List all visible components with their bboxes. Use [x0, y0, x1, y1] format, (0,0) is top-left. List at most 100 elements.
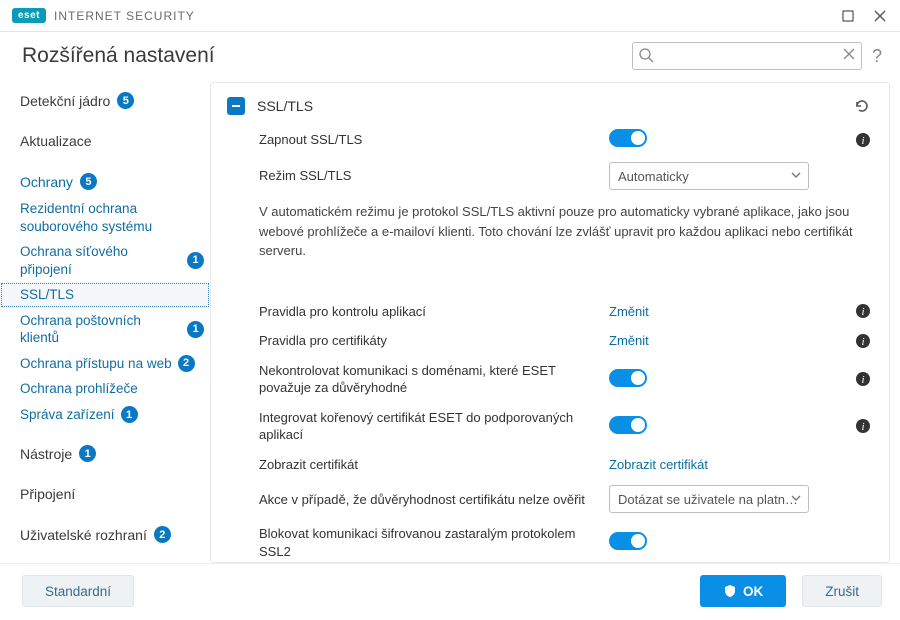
row-unverified: Akce v případě, že důvěryhodnost certifi…	[211, 479, 889, 519]
section-header: SSL/TLS	[211, 83, 889, 123]
sidebar-item-label: SSL/TLS	[20, 286, 74, 304]
button-label: Zrušit	[825, 584, 859, 599]
sidebar-item-update[interactable]: Aktualizace	[0, 127, 210, 155]
sidebar-item-realtime-fs[interactable]: Rezidentní ochrana souborového systému	[0, 196, 210, 239]
toggle-block-ssl2[interactable]	[609, 532, 647, 550]
sidebar-item-label: Nástroje	[20, 446, 72, 462]
brand-badge: eset	[12, 8, 46, 23]
label-mode: Režim SSL/TLS	[259, 167, 599, 185]
row-skip-trusted: Nekontrolovat komunikaci s doménami, kte…	[211, 356, 889, 403]
shield-icon	[723, 584, 737, 598]
help-icon[interactable]: ?	[872, 46, 882, 67]
product-name: INTERNET SECURITY	[54, 9, 195, 23]
sidebar-item-label: Detekční jádro	[20, 93, 110, 109]
link-show-cert[interactable]: Zobrazit certifikát	[609, 457, 708, 472]
window-controls	[842, 10, 890, 22]
sidebar-item-detection-core[interactable]: Detekční jádro 5	[0, 86, 210, 115]
select-mode[interactable]: Automaticky	[609, 162, 809, 190]
chevron-down-icon	[790, 169, 802, 181]
label-app-rules: Pravidla pro kontrolu aplikací	[259, 303, 599, 321]
row-enable-ssltls: Zapnout SSL/TLS i	[211, 123, 889, 156]
sidebar-item-device-mgmt[interactable]: Správa zařízení 1	[0, 402, 210, 428]
badge: 2	[178, 355, 195, 372]
titlebar: eset INTERNET SECURITY	[0, 0, 900, 32]
sidebar-item-ui[interactable]: Uživatelské rozhraní 2	[0, 520, 210, 549]
sidebar-item-label: Připojení	[20, 486, 75, 502]
link-cert-rules-edit[interactable]: Změnit	[609, 333, 649, 348]
sidebar-item-label: Správa zařízení	[20, 406, 115, 424]
row-cert-rules: Pravidla pro certifikáty Změnit i	[211, 326, 889, 356]
info-icon[interactable]: i	[855, 418, 871, 434]
undo-icon[interactable]	[853, 97, 871, 115]
sidebar-item-browser[interactable]: Ochrana prohlížeče	[0, 376, 210, 402]
badge: 5	[117, 92, 134, 109]
sidebar-item-web-access[interactable]: Ochrana přístupu na web 2	[0, 351, 210, 377]
badge: 5	[80, 173, 97, 190]
header-row: Rozšířená nastavení ?	[0, 32, 900, 82]
page-title: Rozšířená nastavení	[22, 44, 215, 68]
app-logo: eset INTERNET SECURITY	[12, 8, 195, 23]
body: Detekční jádro 5 Aktualizace Ochrany 5 R…	[0, 82, 900, 563]
clear-search-icon[interactable]	[842, 47, 856, 61]
label-skip-trusted: Nekontrolovat komunikaci s doménami, kte…	[259, 362, 599, 397]
cancel-button[interactable]: Zrušit	[802, 575, 882, 607]
sidebar-item-ssltls[interactable]: SSL/TLS	[0, 282, 210, 308]
row-show-cert: Zobrazit certifikát Zobrazit certifikát	[211, 450, 889, 480]
sidebar-item-notifications[interactable]: Oznámení 5	[0, 561, 210, 563]
toggle-skip-trusted[interactable]	[609, 369, 647, 387]
badge: 1	[121, 406, 138, 423]
label-unverified: Akce v případě, že důvěryhodnost certifi…	[259, 491, 599, 509]
maximize-icon[interactable]	[842, 10, 858, 22]
label-show-cert: Zobrazit certifikát	[259, 456, 599, 474]
badge: 1	[79, 445, 96, 462]
label-integrate-root: Integrovat kořenový certifikát ESET do p…	[259, 409, 599, 444]
svg-text:i: i	[861, 135, 864, 147]
sidebar: Detekční jádro 5 Aktualizace Ochrany 5 R…	[0, 82, 210, 563]
sidebar-item-label: Ochrana prohlížeče	[20, 380, 138, 398]
sidebar-item-tools[interactable]: Nástroje 1	[0, 439, 210, 468]
close-icon[interactable]	[874, 10, 890, 22]
search-area: ?	[632, 42, 882, 70]
info-icon[interactable]: i	[855, 303, 871, 319]
search-input[interactable]	[632, 42, 862, 70]
sidebar-item-label: Aktualizace	[20, 133, 92, 149]
sidebar-item-label: Ochrana poštovních klientů	[20, 312, 181, 347]
select-unverified-action[interactable]: Dotázat se uživatele na platn…	[609, 485, 809, 513]
badge: 1	[187, 252, 204, 269]
button-label: OK	[743, 584, 763, 599]
info-icon[interactable]: i	[855, 333, 871, 349]
link-app-rules-edit[interactable]: Změnit	[609, 304, 649, 319]
svg-text:i: i	[861, 336, 864, 348]
toggle-integrate-root[interactable]	[609, 416, 647, 434]
row-mode: Režim SSL/TLS Automaticky	[211, 156, 889, 196]
info-icon[interactable]: i	[855, 132, 871, 148]
collapse-icon[interactable]	[227, 97, 245, 115]
label-block-ssl2: Blokovat komunikaci šifrovanou zastaralý…	[259, 525, 599, 560]
svg-text:i: i	[861, 421, 864, 433]
search-icon	[638, 47, 654, 63]
svg-text:i: i	[861, 306, 864, 318]
button-label: Standardní	[45, 584, 111, 599]
badge: 1	[187, 321, 204, 338]
sidebar-item-protections[interactable]: Ochrany 5	[0, 167, 210, 196]
ok-button[interactable]: OK	[700, 575, 786, 607]
section-title: SSL/TLS	[257, 98, 313, 114]
footer: Standardní OK Zrušit	[0, 563, 900, 618]
sidebar-item-label: Ochrana přístupu na web	[20, 355, 172, 373]
badge: 2	[154, 526, 171, 543]
select-value: Dotázat se uživatele na platn…	[618, 492, 798, 507]
sidebar-item-network[interactable]: Ochrana síťového připojení 1	[0, 239, 210, 282]
info-icon[interactable]: i	[855, 371, 871, 387]
label-cert-rules: Pravidla pro certifikáty	[259, 332, 599, 350]
select-value: Automaticky	[618, 169, 689, 184]
toggle-enable-ssltls[interactable]	[609, 129, 647, 147]
sidebar-item-label: Ochrana síťového připojení	[20, 243, 181, 278]
mode-description: V automatickém režimu je protokol SSL/TL…	[211, 196, 889, 271]
content-panel: SSL/TLS Zapnout SSL/TLS i Režim SSL/TLS …	[210, 82, 890, 563]
sidebar-item-connection[interactable]: Připojení	[0, 480, 210, 508]
svg-text:i: i	[861, 374, 864, 386]
chevron-down-icon	[790, 492, 802, 504]
sidebar-item-mail[interactable]: Ochrana poštovních klientů 1	[0, 308, 210, 351]
row-app-rules: Pravidla pro kontrolu aplikací Změnit i	[211, 297, 889, 327]
default-button[interactable]: Standardní	[22, 575, 134, 607]
